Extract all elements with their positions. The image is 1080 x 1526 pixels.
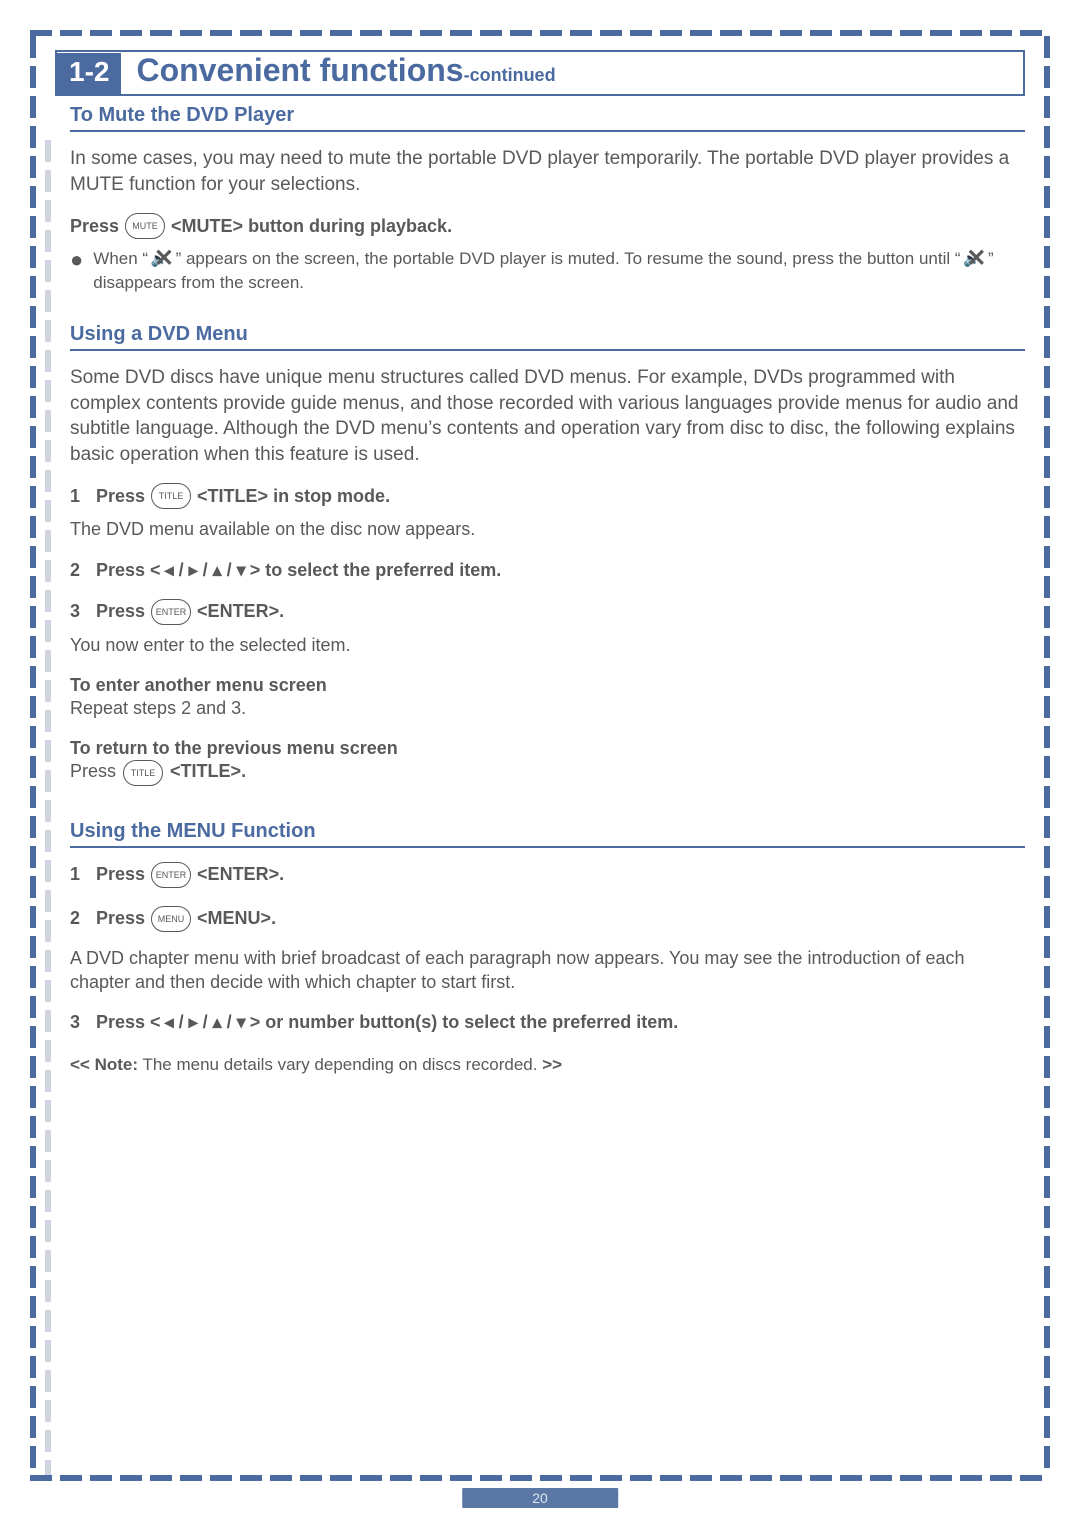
press-label: Press (96, 908, 145, 929)
step3-post: <ENTER>. (197, 601, 284, 622)
dvdmenu-step2: 2 Press < ◂ / ▸ / ▴ / ▾ > to select the … (70, 560, 1025, 581)
step-number: 2 (70, 560, 92, 581)
note-label: Note: (95, 1055, 138, 1074)
menufn-desc: A DVD chapter menu with brief broadcast … (70, 946, 1025, 995)
step2-post: > to select the preferred item. (250, 560, 502, 581)
enter-another-heading: To enter another menu screen (70, 675, 1025, 696)
mute-intro: In some cases, you may need to mute the … (70, 146, 1025, 197)
title-button-icon: TITLE (151, 483, 191, 509)
enter-button-icon: ENTER (151, 599, 191, 625)
page-number: 20 (462, 1488, 618, 1508)
menufn-step1: 1 Press ENTER <ENTER>. (70, 862, 1025, 888)
arrow-keys-icon: ◂ / ▸ / ▴ / ▾ (165, 1012, 246, 1033)
press-label: Press (96, 864, 145, 885)
press-label: Press (70, 761, 116, 781)
subheading-menufn: Using the MENU Function (70, 820, 1025, 848)
dvdmenu-step3-desc: You now enter to the selected item. (70, 633, 1025, 657)
mute-bullet-b: ” appears on the screen, the portable DV… (176, 249, 966, 268)
press-label: Press (96, 486, 145, 507)
menufn-step3: 3 Press < ◂ / ▸ / ▴ / ▾ > or number butt… (70, 1012, 1025, 1033)
menu-button-icon: MENU (151, 906, 191, 932)
step-number: 2 (70, 908, 92, 929)
press-label: Press (70, 216, 119, 237)
note-close: >> (542, 1055, 562, 1074)
menufn-step2: 2 Press MENU <MENU>. (70, 906, 1025, 932)
return-prev-post: <TITLE>. (170, 761, 246, 781)
step-number: 3 (70, 1012, 92, 1033)
note-open: << (70, 1055, 90, 1074)
enter-another-text: Repeat steps 2 and 3. (70, 696, 1025, 720)
step3-pre: Press < (96, 1012, 161, 1033)
dvdmenu-step3: 3 Press ENTER <ENTER>. (70, 599, 1025, 625)
heading-title: Convenient functions (136, 52, 463, 88)
mute-button-icon: MUTE (125, 213, 165, 239)
step-number: 1 (70, 486, 92, 507)
arrow-keys-icon: ◂ / ▸ / ▴ / ▾ (165, 560, 246, 581)
step-number: 1 (70, 864, 92, 885)
step1-post: <ENTER>. (197, 864, 284, 885)
title-button-icon: TITLE (123, 760, 163, 786)
step2-post: <MENU>. (197, 908, 276, 929)
bullet-icon: ● (70, 249, 83, 271)
mute-screen-icon: ✕ (153, 252, 171, 268)
note-text: The menu details vary depending on discs… (142, 1055, 537, 1074)
mute-press-suffix: <MUTE> button during playback. (171, 216, 452, 237)
step3-post: > or number button(s) to select the pref… (250, 1012, 679, 1033)
mute-bullet: ● When “ ✕ ” appears on the screen, the … (70, 247, 1025, 295)
return-prev-heading: To return to the previous menu screen (70, 738, 1025, 759)
subheading-mute: To Mute the DVD Player (70, 104, 1025, 132)
return-prev-line: Press TITLE <TITLE>. (70, 759, 1025, 785)
step1-post: <TITLE> in stop mode. (197, 486, 390, 507)
mute-press-line: Press MUTE <MUTE> button during playback… (70, 213, 1025, 239)
dvdmenu-step1-desc: The DVD menu available on the disc now a… (70, 517, 1025, 541)
enter-button-icon: ENTER (151, 862, 191, 888)
subheading-dvdmenu: Using a DVD Menu (70, 323, 1025, 351)
note-line: << Note: The menu details vary depending… (70, 1055, 1025, 1075)
mute-bullet-a: When “ (93, 249, 153, 268)
mute-screen-icon-2: ✕ (965, 252, 983, 268)
dvdmenu-step1: 1 Press TITLE <TITLE> in stop mode. (70, 483, 1025, 509)
heading-number: 1-2 (57, 53, 121, 94)
heading-continued: -continued (464, 65, 556, 85)
section-heading-bar: 1-2 Convenient functions-continued (55, 50, 1025, 96)
step2-pre: Press < (96, 560, 161, 581)
dvdmenu-intro: Some DVD discs have unique menu structur… (70, 365, 1025, 468)
press-label: Press (96, 601, 145, 622)
step-number: 3 (70, 601, 92, 622)
